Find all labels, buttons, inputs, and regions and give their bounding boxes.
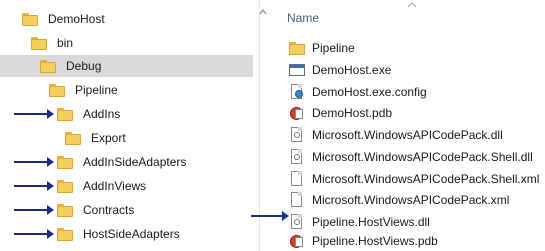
exe-icon	[289, 62, 305, 78]
tree-item-label: AddInViews	[83, 179, 147, 193]
pane-divider[interactable]	[259, 0, 260, 251]
annotation-arrow	[14, 181, 54, 191]
file-name: DemoHost.pdb	[312, 106, 393, 120]
file-name: Microsoft.WindowsAPICodePack.Shell.xml	[312, 172, 540, 186]
tree-item-pipeline[interactable]: Pipeline	[0, 79, 253, 101]
pdb-file-icon	[289, 105, 305, 121]
folder-icon	[57, 107, 73, 121]
tree-item-label: Export	[91, 131, 126, 145]
file-name: Microsoft.WindowsAPICodePack.Shell.dll	[312, 150, 533, 164]
tree-item-label: Contracts	[83, 203, 135, 217]
file-row-codepack-xml[interactable]: Microsoft.WindowsAPICodePack.xml	[270, 189, 545, 211]
tree-item-label: AddInSideAdapters	[83, 155, 187, 169]
pdb-file-icon	[289, 233, 305, 249]
file-row-codepack-shell-dll[interactable]: Microsoft.WindowsAPICodePack.Shell.dll	[270, 146, 545, 168]
file-name: Pipeline	[312, 41, 355, 55]
file-row-demohost-pdb[interactable]: DemoHost.pdb	[270, 102, 545, 124]
file-name: Microsoft.WindowsAPICodePack.xml	[312, 193, 510, 207]
file-name: Microsoft.WindowsAPICodePack.dll	[312, 128, 503, 142]
xml-file-icon	[289, 192, 305, 208]
dll-file-icon	[289, 214, 305, 230]
dll-file-icon	[289, 149, 305, 165]
folder-icon	[31, 36, 47, 50]
folder-icon	[57, 227, 73, 241]
folder-icon	[57, 203, 73, 217]
file-row-demohost-exe-config[interactable]: DemoHost.exe.config	[270, 81, 545, 103]
file-row-demohost-exe[interactable]: DemoHost.exe	[270, 59, 545, 81]
tree-item-export[interactable]: Export	[0, 127, 253, 149]
tree-item-label: DemoHost	[48, 12, 105, 26]
tree-item-demohost[interactable]: DemoHost	[0, 8, 253, 30]
scroll-up-icon[interactable]	[259, 8, 267, 16]
xml-file-icon	[289, 171, 305, 187]
sort-chevron-icon[interactable]	[407, 2, 417, 8]
folder-icon	[22, 12, 38, 26]
tree-item-label: HostSideAdapters	[83, 227, 180, 241]
tree-item-label: Pipeline	[75, 83, 118, 97]
tree-item-bin[interactable]: bin	[0, 32, 253, 54]
dll-file-icon	[289, 127, 305, 143]
tree-item-debug[interactable]: Debug	[0, 55, 253, 77]
annotation-arrow	[14, 205, 54, 215]
folder-icon	[65, 131, 81, 145]
folder-icon	[57, 179, 73, 193]
file-list: Name Pipeline DemoHost.exe DemoHost.exe.…	[270, 0, 545, 251]
file-row-hostviews-pdb[interactable]: Pipeline.HostViews.pdb	[270, 230, 545, 251]
navigation-tree: DemoHost bin Debug Pipeline AddIns Expor…	[0, 0, 253, 251]
file-name: Pipeline.HostViews.dll	[312, 215, 430, 229]
tree-item-label: Debug	[66, 59, 102, 73]
file-name: DemoHost.exe.config	[312, 85, 427, 99]
file-name: Pipeline.HostViews.pdb	[312, 234, 438, 248]
folder-icon	[40, 59, 56, 73]
file-row-pipeline[interactable]: Pipeline	[270, 37, 545, 59]
annotation-arrow	[14, 157, 54, 167]
folder-icon	[49, 83, 65, 97]
folder-icon	[289, 40, 305, 56]
config-file-icon	[289, 84, 305, 100]
annotation-arrow	[14, 229, 54, 239]
file-row-codepack-dll[interactable]: Microsoft.WindowsAPICodePack.dll	[270, 124, 545, 146]
tree-item-label: AddIns	[83, 107, 121, 121]
annotation-arrow	[251, 211, 289, 221]
annotation-arrow	[14, 109, 54, 119]
file-row-codepack-shell-xml[interactable]: Microsoft.WindowsAPICodePack.Shell.xml	[270, 168, 545, 190]
folder-icon	[57, 155, 73, 169]
tree-item-label: bin	[57, 36, 74, 50]
column-header-name[interactable]: Name	[287, 11, 319, 25]
file-name: DemoHost.exe	[312, 63, 392, 77]
